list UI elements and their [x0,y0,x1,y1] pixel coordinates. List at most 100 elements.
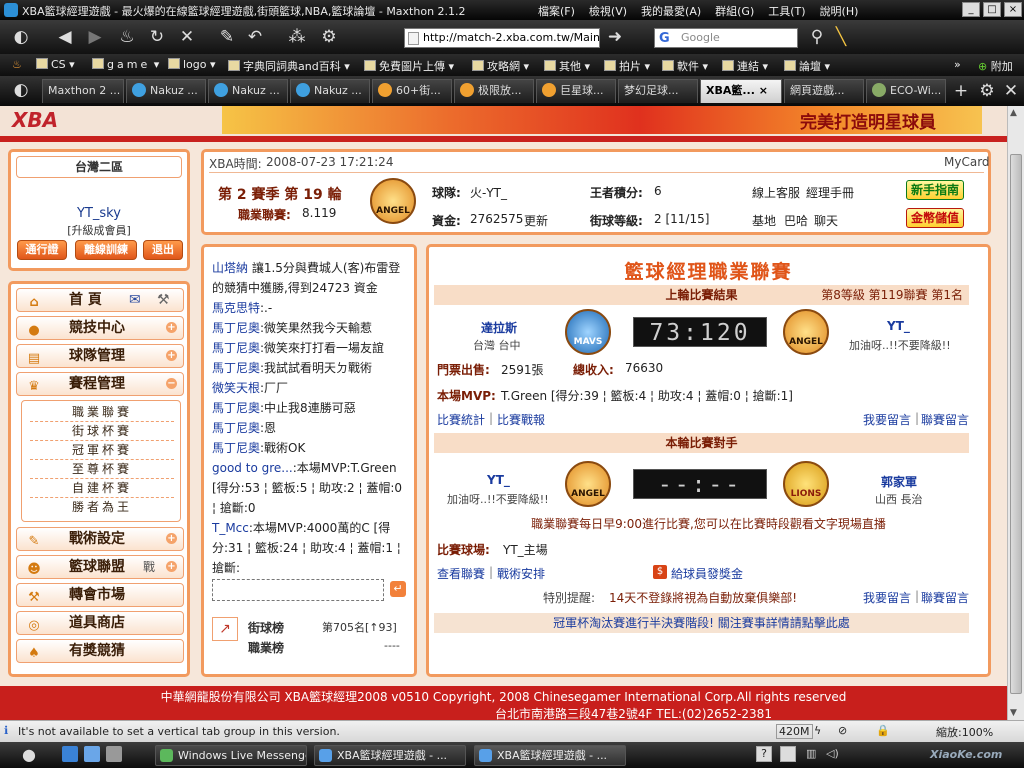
chat-link[interactable]: 聊天 [814,212,838,229]
bahamut-link[interactable]: 巴哈 [784,212,808,229]
forward-arrow-icon[interactable]: ▶ [84,26,106,48]
menu-item-shop[interactable]: ◎ 道具商店 [16,611,184,635]
refresh-icon[interactable]: ↻ [146,26,168,48]
chat-sender-link[interactable]: 微笑天根 [212,381,260,395]
group-icon[interactable]: ⁂ [286,26,308,48]
taskbar-messenger[interactable]: Windows Live Messenger [155,745,307,766]
leave-message-link-2[interactable]: 我要留言 [863,589,911,606]
fav-folder[interactable]: logo ▾ [168,58,216,71]
flame-icon[interactable]: ♨ [116,26,138,48]
tray-keyboard-icon[interactable] [780,746,796,762]
browser-tab[interactable]: ECO-Wi... [866,79,946,103]
fav-folder[interactable]: CS ▾ [36,58,75,71]
menu-tactics[interactable]: ✎ 戰術設定 + [16,527,184,551]
explorer-icon[interactable] [106,746,122,762]
page-scrollbar[interactable]: ▲ ▼ [1007,106,1024,720]
flash-icon[interactable]: ϟ [814,724,821,737]
gold-deposit-button[interactable]: 金幣儲值 [906,208,964,228]
league-message-link-2[interactable]: 聯賽留言 [921,589,969,606]
edit-icon[interactable]: ✎ [216,26,238,48]
menu-file[interactable]: 檔案(F) [538,3,575,19]
taskbar-xba-window-1[interactable]: XBA籃球經理遊戲 - ... [314,745,466,766]
chat-sender-link[interactable]: 山塔納 [212,261,248,275]
chat-sender-link[interactable]: 馬丁尼奧 [212,421,260,435]
browser-tab[interactable]: Nakuz ... [208,79,288,103]
undo-icon[interactable]: ↶ [244,26,266,48]
submenu-street-cup[interactable]: 街球杯賽 [30,422,174,441]
submenu-custom-cup[interactable]: 自建杯賽 [30,479,174,498]
chat-sender-link[interactable]: 馬丁尼奧 [212,321,260,335]
menu-arena[interactable]: ● 競技中心 + [16,316,184,340]
tray-volume-icon[interactable]: ◁) [826,747,839,760]
zoom-level[interactable]: 縮放:100% [936,724,993,740]
menu-help[interactable]: 說明(H) [820,3,859,19]
browser-tab[interactable]: Nakuz ... [290,79,370,103]
league-message-link[interactable]: 聯賽留言 [921,411,969,428]
fav-folder[interactable]: 其他 ▾ [544,58,590,74]
next-away-link[interactable]: 郭家軍 [881,473,917,490]
fav-folder[interactable]: 免費圖片上傳 ▾ [364,58,454,74]
maxthon-menu-icon[interactable]: ◐ [10,26,32,48]
send-icon[interactable]: ↵ [390,581,406,597]
chat-sender-link[interactable]: 馬丁尼奧 [212,401,260,415]
chat-sender-link[interactable]: 馬丁尼奧 [212,341,260,355]
browser-tab[interactable]: 網頁遊戲... [784,79,864,103]
expand-plus-icon[interactable]: + [166,561,177,572]
browser-tab[interactable]: Maxthon 2 ... [42,79,124,103]
tactics-link[interactable]: 戰術安排 [497,565,545,582]
fav-folder[interactable]: 字典同詞典and百科 ▾ [228,58,350,74]
submenu-pro-league[interactable]: 職業聯賽 [30,403,174,422]
menu-tools[interactable]: 工具(T) [768,3,805,19]
submenu-champion-cup[interactable]: 冠軍杯賽 [30,441,174,460]
chat-sender-link[interactable]: 馬克思特 [212,301,260,315]
view-league-link[interactable]: 查看聯賽 [437,565,485,582]
menu-league[interactable]: ☻ 籃球聯盟 戰 + [16,555,184,579]
fav-folder[interactable]: 連結 ▾ [722,58,768,74]
match-stats-link[interactable]: 比賽統計 [437,411,485,428]
scroll-up-icon[interactable]: ▲ [1010,108,1017,118]
expand-plus-icon[interactable]: + [166,322,177,333]
highlighter-icon[interactable]: ╲ [830,26,852,48]
away-team-link[interactable]: YT_ [887,319,910,333]
chat-sender-link[interactable]: T_Mcc [212,521,249,535]
tab-menu-icon[interactable]: ◐ [10,79,32,101]
fav-folder[interactable]: 論壇 ▾ [784,58,830,74]
menu-prize-quiz[interactable]: ♠ 有獎競猜 [16,639,184,663]
manual-link[interactable]: 經理手冊 [806,184,854,201]
browser-tab[interactable]: Nakuz ... [126,79,206,103]
browser-tab[interactable]: 极限放... [454,79,534,103]
menu-team-management[interactable]: ▤ 球隊管理 + [16,344,184,368]
close-tab-icon[interactable]: ✕ [1000,80,1022,102]
chat-sender-link[interactable]: good to gre... [212,461,293,475]
leave-message-link[interactable]: 我要留言 [863,411,911,428]
menu-home[interactable]: ⌂ 首 頁 ✉ ⚒ [16,288,184,312]
browser-tab[interactable]: 60+街... [372,79,452,103]
block-icon[interactable]: ⊘ [838,724,847,737]
tray-help-icon[interactable]: ? [756,746,772,762]
scroll-thumb[interactable] [1010,154,1022,694]
fav-folder[interactable]: 拍片 ▾ [604,58,650,74]
tab-close-icon[interactable]: × [759,84,768,97]
offline-training-button[interactable]: 離線訓練 [75,240,137,260]
menu-groups[interactable]: 群組(G) [715,3,754,19]
cup-notice-link[interactable]: 冠軍杯淘汰賽進行半決賽階段! 關注賽事詳情請點擊此處 [434,613,969,633]
passport-button[interactable]: 通行證 [17,240,67,260]
next-home-link[interactable]: YT_ [487,473,510,487]
addon-button[interactable]: ⊕ 附加 [978,58,1013,74]
expand-plus-icon[interactable]: + [166,350,177,361]
menu-transfer-market[interactable]: ⚒ 轉會市場 [16,583,184,607]
tools-icon[interactable]: ⚒ [157,289,170,311]
browser-tab[interactable]: 梦幻足球... [618,79,698,103]
mycard-link[interactable]: MyCard [944,155,990,169]
address-bar[interactable]: http://match-2.xba.com.tw/Main [404,28,600,48]
stop-icon[interactable]: ✕ [176,26,198,48]
maximize-icon[interactable]: □ [983,2,1001,17]
chat-sender-link[interactable]: 馬丁尼奧 [212,441,260,455]
base-link[interactable]: 基地 [752,212,776,229]
logout-button[interactable]: 退出 [143,240,183,260]
chat-input[interactable] [212,579,384,601]
match-report-link[interactable]: 比賽戰報 [497,411,545,428]
fav-folder[interactable]: 攻略網 ▾ [472,58,529,74]
beginner-guide-button[interactable]: 新手指南 [906,180,964,200]
taskbar-xba-window-2[interactable]: XBA籃球經理遊戲 - ... [474,745,626,766]
